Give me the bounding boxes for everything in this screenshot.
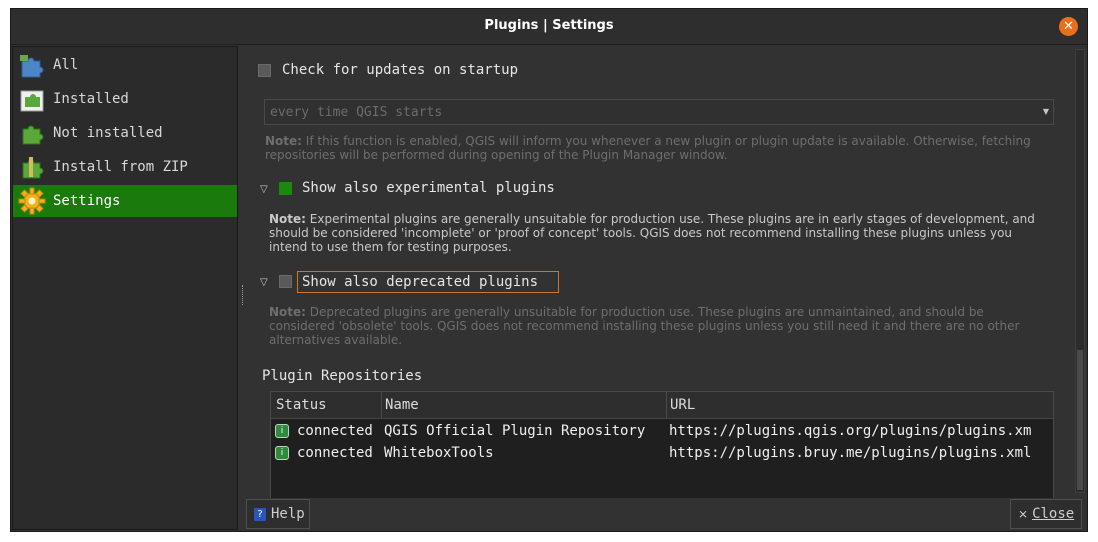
- column-divider: [666, 392, 667, 418]
- gear-icon: [17, 186, 47, 216]
- scrollbar-thumb[interactable]: [1077, 350, 1083, 490]
- sidebar-item-label: Not installed: [53, 125, 163, 141]
- plugins-dialog: Plugins | Settings ✕ All Installed Not i…: [10, 8, 1088, 532]
- close-button-label: Close: [1032, 506, 1075, 522]
- sidebar-item-label: Installed: [53, 91, 129, 107]
- close-icon: ⨯: [1018, 507, 1029, 521]
- repo-name: WhiteboxTools: [384, 445, 494, 461]
- sidebar-item-installed[interactable]: Installed: [13, 83, 237, 115]
- connected-icon: i: [275, 424, 289, 438]
- check-updates-label[interactable]: Check for updates on startup: [282, 62, 518, 78]
- experimental-label[interactable]: Show also experimental plugins: [302, 180, 555, 196]
- puzzle-zip-icon: [17, 152, 47, 182]
- repo-name: QGIS Official Plugin Repository: [384, 423, 646, 439]
- repositories-table: Status Name URL i connected QGIS Officia…: [270, 391, 1054, 498]
- close-button[interactable]: ⨯ Close: [1010, 499, 1082, 529]
- repo-url: https://plugins.bruy.me/plugins/plugins.…: [669, 445, 1032, 461]
- column-header-name[interactable]: Name: [385, 397, 419, 413]
- title-bar: Plugins | Settings ✕: [11, 9, 1087, 45]
- chevron-down-icon: ▼: [1042, 107, 1049, 116]
- puzzle-installed-icon: [17, 84, 47, 114]
- sidebar-item-install-from-zip[interactable]: Install from ZIP: [13, 151, 237, 183]
- repositories-heading: Plugin Repositories: [262, 368, 423, 384]
- collapse-triangle-icon[interactable]: ▽: [260, 277, 268, 288]
- note-text: Experimental plugins are generally unsui…: [269, 212, 1035, 254]
- table-row[interactable]: i connected QGIS Official Plugin Reposit…: [271, 421, 1053, 443]
- check-updates-checkbox[interactable]: [258, 64, 271, 77]
- column-header-status[interactable]: Status: [276, 397, 327, 413]
- table-header: Status Name URL: [271, 392, 1053, 419]
- sidebar-item-label: Settings: [53, 193, 121, 209]
- repo-status: connected: [297, 423, 373, 439]
- vertical-scrollbar[interactable]: [1075, 49, 1085, 493]
- deprecated-label[interactable]: Show also deprecated plugins: [302, 274, 538, 290]
- column-header-url[interactable]: URL: [670, 397, 695, 413]
- check-updates-note: Note: If this function is enabled, QGIS …: [265, 134, 1045, 162]
- experimental-note: Note: Experimental plugins are generally…: [269, 212, 1049, 254]
- update-frequency-select[interactable]: every time QGIS starts ▼: [264, 99, 1054, 125]
- help-button-label: Help: [271, 506, 305, 522]
- help-button[interactable]: ? Help: [246, 499, 310, 529]
- puzzle-all-icon: [17, 50, 47, 80]
- collapse-triangle-icon[interactable]: ▽: [260, 184, 268, 195]
- note-text: Deprecated plugins are generally unsuita…: [269, 305, 1020, 347]
- window-title: Plugins | Settings: [484, 18, 614, 33]
- sidebar-item-label: Install from ZIP: [53, 159, 188, 175]
- note-label: Note:: [269, 305, 306, 319]
- help-icon: ?: [254, 507, 266, 521]
- note-text: If this function is enabled, QGIS will i…: [265, 134, 1031, 162]
- repo-status: connected: [297, 445, 373, 461]
- sidebar: All Installed Not installed Install from…: [12, 46, 238, 530]
- table-row[interactable]: i connected WhiteboxTools https://plugin…: [271, 443, 1053, 465]
- update-frequency-value: every time QGIS starts: [270, 105, 443, 120]
- sidebar-item-not-installed[interactable]: Not installed: [13, 117, 237, 149]
- experimental-checkbox[interactable]: [279, 182, 292, 195]
- note-label: Note:: [269, 212, 306, 226]
- window-close-icon[interactable]: ✕: [1059, 17, 1078, 36]
- column-divider: [381, 392, 382, 418]
- sidebar-item-label: All: [53, 57, 79, 73]
- repo-url: https://plugins.qgis.org/plugins/plugins…: [669, 423, 1032, 439]
- settings-panel: Check for updates on startup every time …: [240, 46, 1088, 498]
- note-label: Note:: [265, 134, 302, 148]
- deprecated-note: Note: Deprecated plugins are generally u…: [269, 305, 1049, 347]
- sidebar-item-all[interactable]: All: [13, 49, 237, 81]
- puzzle-not-installed-icon: [17, 118, 47, 148]
- sidebar-item-settings[interactable]: Settings: [13, 185, 237, 217]
- deprecated-checkbox[interactable]: [279, 275, 292, 288]
- connected-icon: i: [275, 446, 289, 460]
